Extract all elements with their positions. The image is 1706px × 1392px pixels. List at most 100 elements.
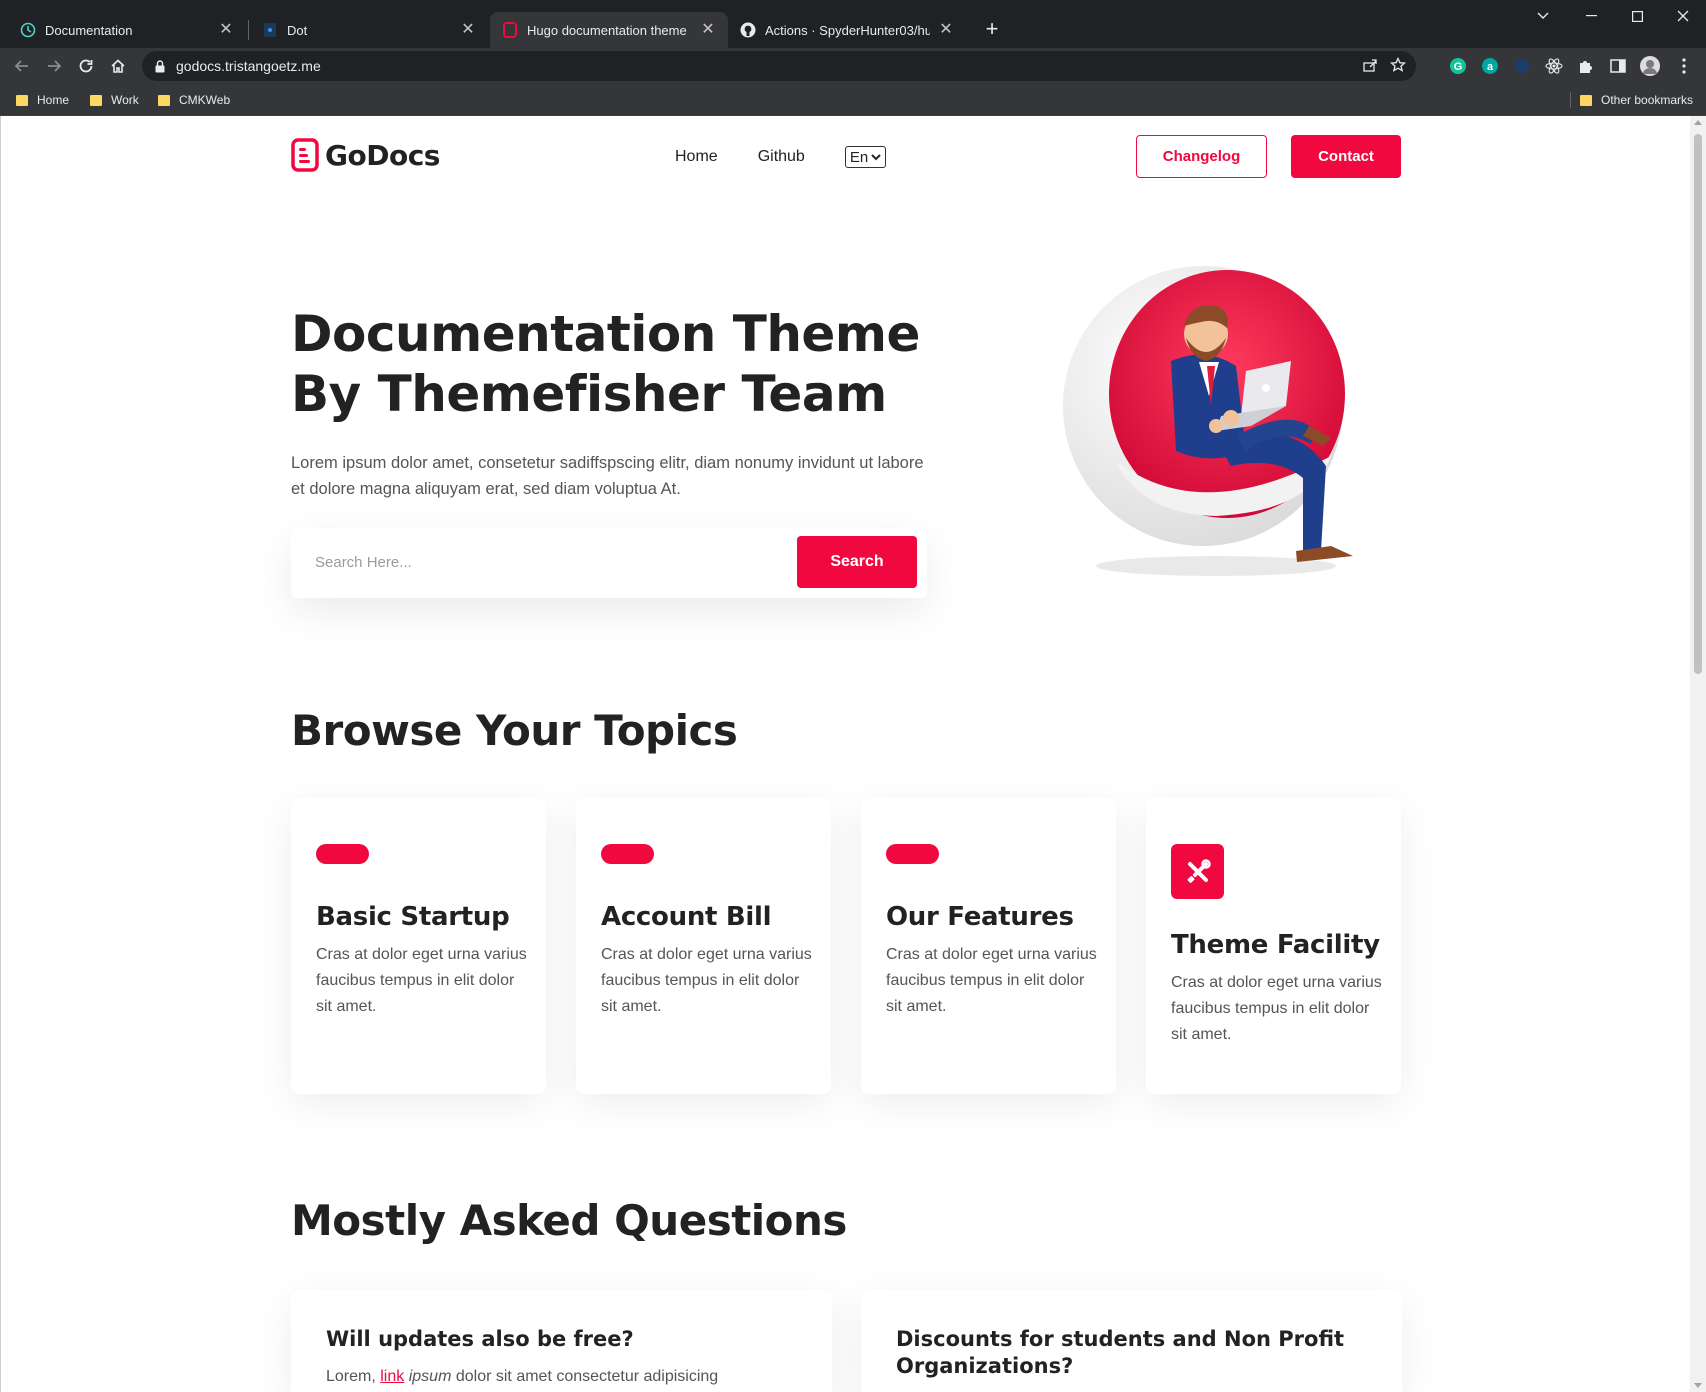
hero-title-line1: Documentation Theme xyxy=(291,305,920,363)
language-select[interactable]: En xyxy=(844,146,887,168)
bookmark-home[interactable]: Home xyxy=(16,90,69,110)
hero-illustration xyxy=(1063,266,1353,576)
tab-documentation[interactable]: Documentation ✕ xyxy=(8,12,246,48)
bookmark-label: Home xyxy=(37,93,70,107)
bookmark-cmkweb[interactable]: CMKWeb xyxy=(158,90,230,110)
scrollbar-thumb[interactable] xyxy=(1694,134,1702,674)
address-bar[interactable]: godocs.tristangoetz.me xyxy=(142,51,1416,81)
extension-a-icon[interactable]: a xyxy=(1480,56,1500,76)
changelog-button[interactable]: Changelog xyxy=(1136,135,1267,178)
star-icon[interactable] xyxy=(1389,56,1407,76)
teal-clock-icon xyxy=(20,22,36,38)
topic-card-account-bill[interactable]: Account Bill Cras at dolor eget urna var… xyxy=(576,798,831,1094)
bookmark-label: CMKWeb xyxy=(179,93,231,107)
close-icon[interactable]: ✕ xyxy=(218,22,234,38)
tab-hugo-documentation-theme[interactable]: Hugo documentation theme ✕ xyxy=(490,12,728,48)
puzzle-extensions-icon[interactable] xyxy=(1576,56,1596,76)
card-text: Cras at dolor eget urna varius faucibus … xyxy=(601,946,812,1015)
browser-tab-strip: Documentation ✕ Dot ✕ Hugo documentation… xyxy=(0,0,1706,48)
topics-heading: Browse Your Topics xyxy=(291,706,738,755)
tools-icon xyxy=(1171,844,1224,899)
tab-title: Documentation xyxy=(45,22,133,38)
folder-icon xyxy=(16,94,28,106)
search-button[interactable]: Search xyxy=(797,536,917,588)
bookmark-other[interactable]: Other bookmarks xyxy=(1580,90,1693,110)
faq-answer-emphasis: ipsum xyxy=(408,1368,452,1385)
url-text: godocs.tristangoetz.me xyxy=(176,58,321,74)
faq-question: Discounts for students and Non Profit Or… xyxy=(896,1327,1345,1378)
close-icon[interactable]: ✕ xyxy=(700,22,716,38)
profile-avatar[interactable] xyxy=(1640,56,1660,76)
topic-card-basic-startup[interactable]: Basic Startup Cras at dolor eget urna va… xyxy=(291,798,546,1094)
chevron-down-icon xyxy=(871,154,881,161)
dot-app-icon xyxy=(262,22,278,38)
svg-text:a: a xyxy=(1487,61,1494,73)
folder-icon xyxy=(90,94,102,106)
card-title: Basic Startup xyxy=(316,902,510,932)
minimize-button[interactable] xyxy=(1568,0,1614,32)
godocs-favicon-icon xyxy=(502,22,518,38)
language-value: En xyxy=(849,148,869,166)
maximize-button[interactable] xyxy=(1614,0,1660,32)
hero-title: Documentation Theme By Themefisher Team xyxy=(291,304,971,424)
side-panel-icon[interactable] xyxy=(1608,56,1628,76)
faq-item: Will updates also be free? Lorem, link i… xyxy=(291,1290,832,1392)
bookmark-label: Other bookmarks xyxy=(1601,93,1694,107)
back-arrow-icon[interactable] xyxy=(8,52,36,80)
logo-text: GoDocs xyxy=(325,138,440,172)
forward-arrow-icon[interactable] xyxy=(40,52,68,80)
card-title: Theme Facility xyxy=(1171,930,1380,960)
nav-home-link[interactable]: Home xyxy=(675,148,718,166)
faq-answer: Lorem, link ipsum dolor sit amet consect… xyxy=(326,1368,806,1386)
faq-answer-prefix: Lorem, xyxy=(326,1368,381,1385)
card-text: Cras at dolor eget urna varius faucibus … xyxy=(886,946,1097,1015)
faq-item: Discounts for students and Non Profit Or… xyxy=(861,1290,1402,1392)
extension-blue-icon[interactable] xyxy=(1512,56,1532,76)
hero-description: Lorem ipsum dolor amet, consetetur sadif… xyxy=(291,454,924,498)
topic-card-theme-facility[interactable]: Theme Facility Cras at dolor eget urna v… xyxy=(1146,798,1401,1094)
faq-answer-rest: dolor sit amet consectetur adipisicing xyxy=(451,1368,719,1385)
scroll-up-arrow-icon[interactable] xyxy=(1694,120,1702,125)
site-logo[interactable]: GoDocs xyxy=(291,138,440,172)
tab-title: Hugo documentation theme xyxy=(527,22,687,38)
contact-button[interactable]: Contact xyxy=(1291,135,1401,178)
faq-answer-link[interactable]: link xyxy=(380,1368,404,1385)
scroll-down-arrow-icon[interactable] xyxy=(1694,1383,1702,1388)
tab-title: Dot xyxy=(287,22,308,38)
reload-icon[interactable] xyxy=(72,52,100,80)
bookmark-separator xyxy=(1570,92,1571,108)
share-icon[interactable] xyxy=(1362,57,1378,76)
bookmark-work[interactable]: Work xyxy=(90,90,139,110)
browser-toolbar: godocs.tristangoetz.me G a xyxy=(0,48,1706,84)
card-icon-placeholder xyxy=(886,844,939,864)
page-scrollbar[interactable] xyxy=(1690,116,1706,1392)
nav-github-link[interactable]: Github xyxy=(758,148,805,166)
card-text: Cras at dolor eget urna varius faucibus … xyxy=(1171,974,1382,1043)
react-devtools-icon[interactable] xyxy=(1544,56,1564,76)
grammarly-icon[interactable]: G xyxy=(1448,56,1468,76)
card-text: Cras at dolor eget urna varius faucibus … xyxy=(316,946,527,1015)
card-icon-placeholder xyxy=(601,844,654,864)
more-menu-icon[interactable] xyxy=(1674,56,1694,76)
topic-card-our-features[interactable]: Our Features Cras at dolor eget urna var… xyxy=(861,798,1116,1094)
home-icon[interactable] xyxy=(104,52,132,80)
faq-question: Will updates also be free? xyxy=(326,1327,634,1351)
tab-github-actions[interactable]: Actions · SpyderHunter03/hugo- ✕ xyxy=(728,12,966,48)
tab-search-icon[interactable] xyxy=(1520,0,1566,32)
tab-title: Actions · SpyderHunter03/hugo- xyxy=(765,22,930,38)
tab-dot[interactable]: Dot ✕ xyxy=(250,12,488,48)
lock-icon xyxy=(154,59,166,73)
close-icon[interactable]: ✕ xyxy=(460,22,476,38)
folder-icon xyxy=(158,94,170,106)
bookmarks-bar: Home Work CMKWeb Other bookmarks xyxy=(0,84,1706,116)
close-icon[interactable]: ✕ xyxy=(938,22,954,38)
new-tab-button[interactable]: + xyxy=(978,16,1006,44)
folder-icon xyxy=(1580,94,1592,106)
main-nav: Home Github En xyxy=(675,146,887,168)
card-title: Account Bill xyxy=(601,902,772,932)
close-window-button[interactable] xyxy=(1660,0,1706,32)
search-input[interactable] xyxy=(315,546,755,578)
godocs-logo-icon xyxy=(291,138,319,172)
faq-heading: Mostly Asked Questions xyxy=(291,1196,847,1245)
page-viewport: GoDocs Home Github En Changelog Contact … xyxy=(0,116,1706,1392)
